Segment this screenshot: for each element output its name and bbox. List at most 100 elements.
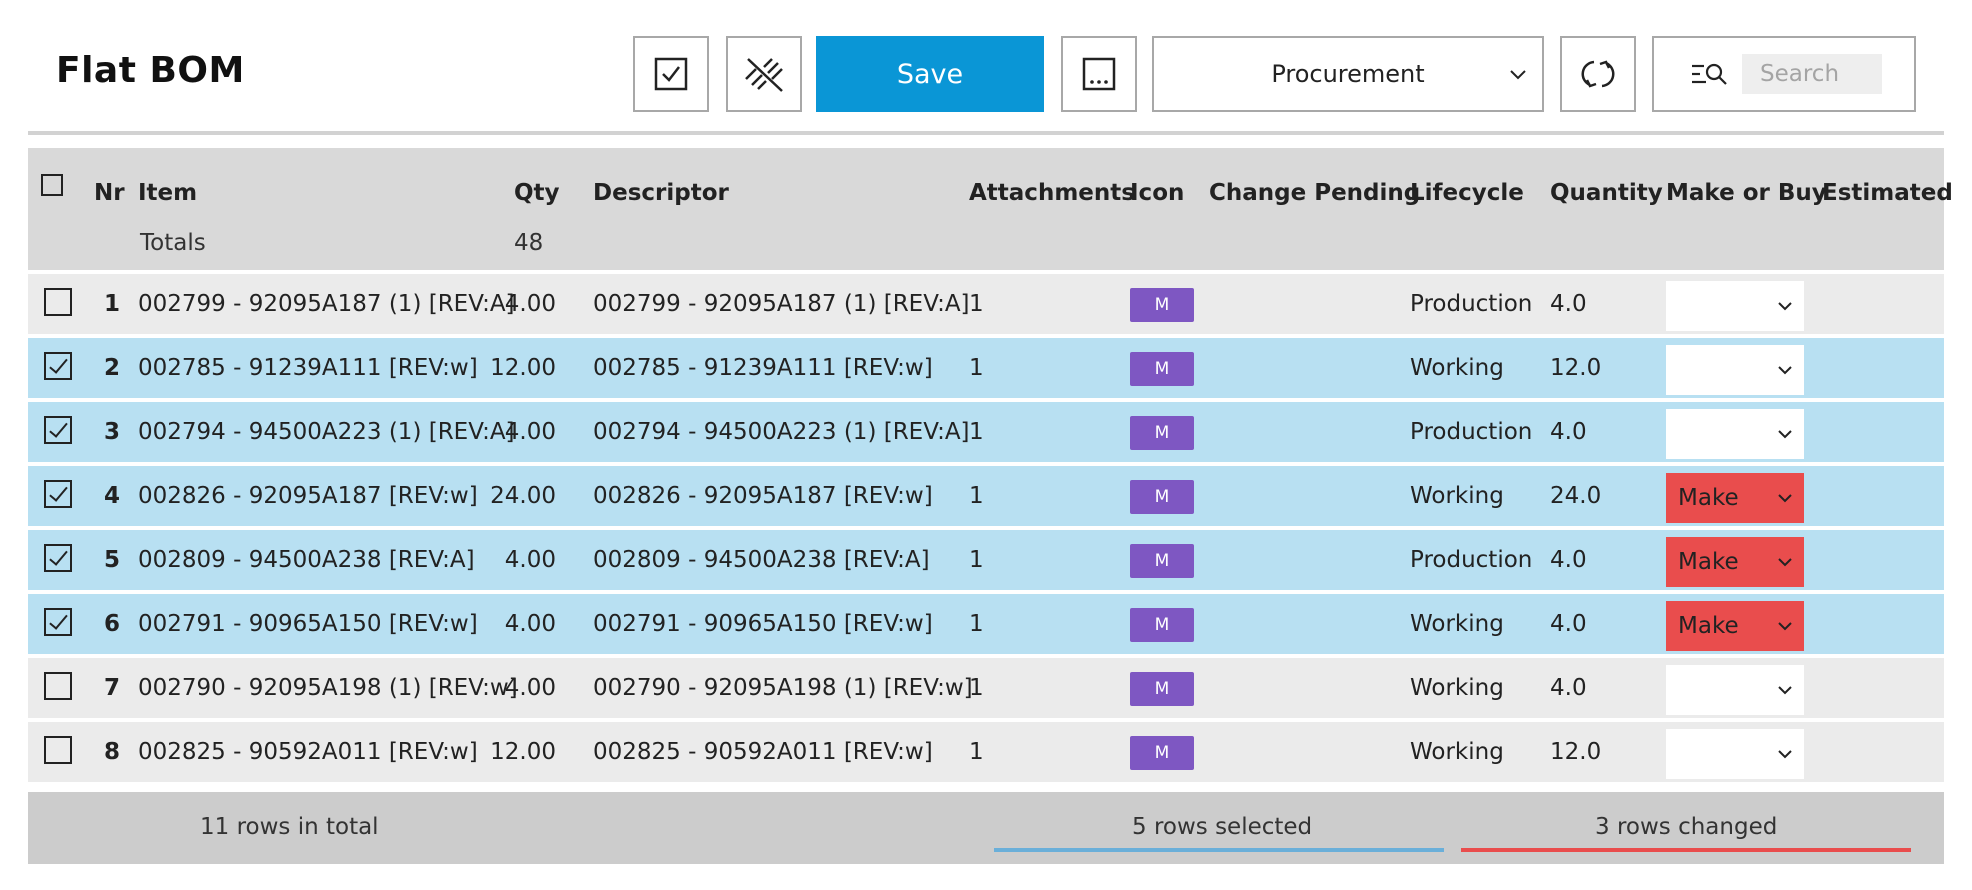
descriptor-cell[interactable]: 002826 - 92095A187 [REV:w] xyxy=(593,466,933,526)
item-cell[interactable]: 002785 - 91239A111 [REV:w] xyxy=(138,338,478,398)
descriptor-cell[interactable]: 002799 - 92095A187 (1) [REV:A] xyxy=(593,274,970,334)
make-or-buy-select[interactable]: Make xyxy=(1666,537,1804,587)
item-cell[interactable]: 002799 - 92095A187 (1) [REV:A] xyxy=(138,274,515,334)
chevron-down-icon xyxy=(1778,430,1792,439)
quantity-cell[interactable]: 4.0 xyxy=(1550,658,1587,718)
attachments-cell[interactable]: 1 xyxy=(969,338,984,398)
quantity-cell[interactable]: 4.0 xyxy=(1550,530,1587,590)
row-checkbox[interactable] xyxy=(44,544,72,572)
attachments-cell[interactable]: 1 xyxy=(969,722,984,782)
descriptor-cell[interactable]: 002825 - 90592A011 [REV:w] xyxy=(593,722,933,782)
make-or-buy-select[interactable] xyxy=(1666,729,1804,779)
make-or-buy-select[interactable]: Make xyxy=(1666,473,1804,523)
make-or-buy-value: Make xyxy=(1678,613,1739,639)
attachments-cell[interactable]: 1 xyxy=(969,594,984,654)
item-type-badge: M xyxy=(1130,672,1194,706)
make-or-buy-select[interactable] xyxy=(1666,281,1804,331)
item-cell[interactable]: 002825 - 90592A011 [REV:w] xyxy=(138,722,478,782)
select-all-checkbox[interactable] xyxy=(41,174,63,196)
column-header-nr[interactable]: Nr xyxy=(94,180,125,206)
descriptor-cell[interactable]: 002809 - 94500A238 [REV:A] xyxy=(593,530,930,590)
row-number: 8 xyxy=(103,739,120,765)
attachments-cell[interactable]: 1 xyxy=(969,658,984,718)
table-row[interactable]: 5 002809 - 94500A238 [REV:A] 4.00 002809 - … xyxy=(28,530,1944,590)
column-header-change-pending[interactable]: Change Pending xyxy=(1209,180,1420,206)
chevron-down-icon xyxy=(1778,622,1792,631)
view-select[interactable]: Procurement xyxy=(1152,36,1544,112)
column-header-estimated[interactable]: Estimated xyxy=(1822,180,1953,206)
row-checkbox[interactable] xyxy=(44,608,72,636)
refresh-button[interactable] xyxy=(1560,36,1636,112)
table-row[interactable]: 1 002799 - 92095A187 (1) [REV:A] 4.00 00279… xyxy=(28,274,1944,334)
item-type-badge: M xyxy=(1130,416,1194,450)
attachments-cell[interactable]: 1 xyxy=(969,530,984,590)
row-checkbox[interactable] xyxy=(44,480,72,508)
more-button[interactable] xyxy=(1061,36,1137,112)
item-cell[interactable]: 002794 - 94500A223 (1) [REV:A] xyxy=(138,402,515,462)
quantity-cell[interactable]: 4.0 xyxy=(1550,402,1587,462)
row-number: 7 xyxy=(103,675,120,701)
lifecycle-cell: Working xyxy=(1410,483,1504,509)
column-header-attachments[interactable]: Attachments xyxy=(969,180,1135,206)
item-type-badge: M xyxy=(1130,544,1194,578)
select-all-button[interactable] xyxy=(633,36,709,112)
attachments-cell[interactable]: 1 xyxy=(969,466,984,526)
qty-cell[interactable]: 4.00 xyxy=(486,402,556,462)
lifecycle-cell: Working xyxy=(1410,611,1504,637)
qty-cell[interactable]: 4.00 xyxy=(486,594,556,654)
row-checkbox[interactable] xyxy=(44,736,72,764)
quantity-cell[interactable]: 4.0 xyxy=(1550,594,1587,654)
search-input[interactable] xyxy=(1742,54,1882,94)
disconnect-button[interactable] xyxy=(726,36,802,112)
column-header-qty[interactable]: Qty xyxy=(514,180,560,206)
qty-cell[interactable]: 24.00 xyxy=(486,466,556,526)
row-checkbox[interactable] xyxy=(44,416,72,444)
item-cell[interactable]: 002791 - 90965A150 [REV:w] xyxy=(138,594,478,654)
item-cell[interactable]: 002809 - 94500A238 [REV:A] xyxy=(138,530,475,590)
descriptor-cell[interactable]: 002785 - 91239A111 [REV:w] xyxy=(593,338,933,398)
table-row[interactable]: 8 002825 - 90592A011 [REV:w] 12.00 002825 -… xyxy=(28,722,1944,782)
search-box[interactable] xyxy=(1652,36,1916,112)
row-number: 2 xyxy=(103,355,120,381)
table-row[interactable]: 7 002790 - 92095A198 (1) [REV:w] 4.00 00279… xyxy=(28,658,1944,718)
quantity-cell[interactable]: 12.0 xyxy=(1550,722,1601,782)
qty-cell[interactable]: 4.00 xyxy=(486,530,556,590)
make-or-buy-select[interactable]: Make xyxy=(1666,601,1804,651)
column-header-lifecycle[interactable]: Lifecycle xyxy=(1410,180,1524,206)
column-header-quantity[interactable]: Quantity xyxy=(1550,180,1663,206)
column-header-descriptor[interactable]: Descriptor xyxy=(593,180,729,206)
table-row[interactable]: 4 002826 - 92095A187 [REV:w] 24.00 002826 -… xyxy=(28,466,1944,526)
make-or-buy-select[interactable] xyxy=(1666,345,1804,395)
table-row[interactable]: 2 002785 - 91239A111 [REV:w] 12.00 002785 -… xyxy=(28,338,1944,398)
item-type-badge: M xyxy=(1130,736,1194,770)
qty-cell[interactable]: 12.00 xyxy=(486,722,556,782)
row-number: 6 xyxy=(103,611,120,637)
row-checkbox[interactable] xyxy=(44,288,72,316)
column-header-make-or-buy[interactable]: Make or Buy xyxy=(1666,180,1827,206)
chevron-down-icon xyxy=(1778,302,1792,311)
item-cell[interactable]: 002790 - 92095A198 (1) [REV:w] xyxy=(138,658,518,718)
make-or-buy-select[interactable] xyxy=(1666,665,1804,715)
table-row[interactable]: 6 002791 - 90965A150 [REV:w] 4.00 002791 - … xyxy=(28,594,1944,654)
chevron-down-icon xyxy=(1778,750,1792,759)
table-row[interactable]: 3 002794 - 94500A223 (1) [REV:A] 4.00 00279… xyxy=(28,402,1944,462)
column-header-item[interactable]: Item xyxy=(138,180,197,206)
attachments-cell[interactable]: 1 xyxy=(969,274,984,334)
qty-cell[interactable]: 4.00 xyxy=(486,274,556,334)
quantity-cell[interactable]: 4.0 xyxy=(1550,274,1587,334)
attachments-cell[interactable]: 1 xyxy=(969,402,984,462)
descriptor-cell[interactable]: 002790 - 92095A198 (1) [REV:w] xyxy=(593,658,973,718)
row-checkbox[interactable] xyxy=(44,672,72,700)
refresh-icon xyxy=(1581,60,1615,88)
save-button[interactable]: Save xyxy=(816,36,1044,112)
item-cell[interactable]: 002826 - 92095A187 [REV:w] xyxy=(138,466,478,526)
descriptor-cell[interactable]: 002791 - 90965A150 [REV:w] xyxy=(593,594,933,654)
quantity-cell[interactable]: 12.0 xyxy=(1550,338,1601,398)
row-checkbox[interactable] xyxy=(44,352,72,380)
descriptor-cell[interactable]: 002794 - 94500A223 (1) [REV:A] xyxy=(593,402,970,462)
make-or-buy-select[interactable] xyxy=(1666,409,1804,459)
qty-cell[interactable]: 4.00 xyxy=(486,658,556,718)
column-header-icon[interactable]: Icon xyxy=(1130,180,1184,206)
qty-cell[interactable]: 12.00 xyxy=(486,338,556,398)
quantity-cell[interactable]: 24.0 xyxy=(1550,466,1601,526)
